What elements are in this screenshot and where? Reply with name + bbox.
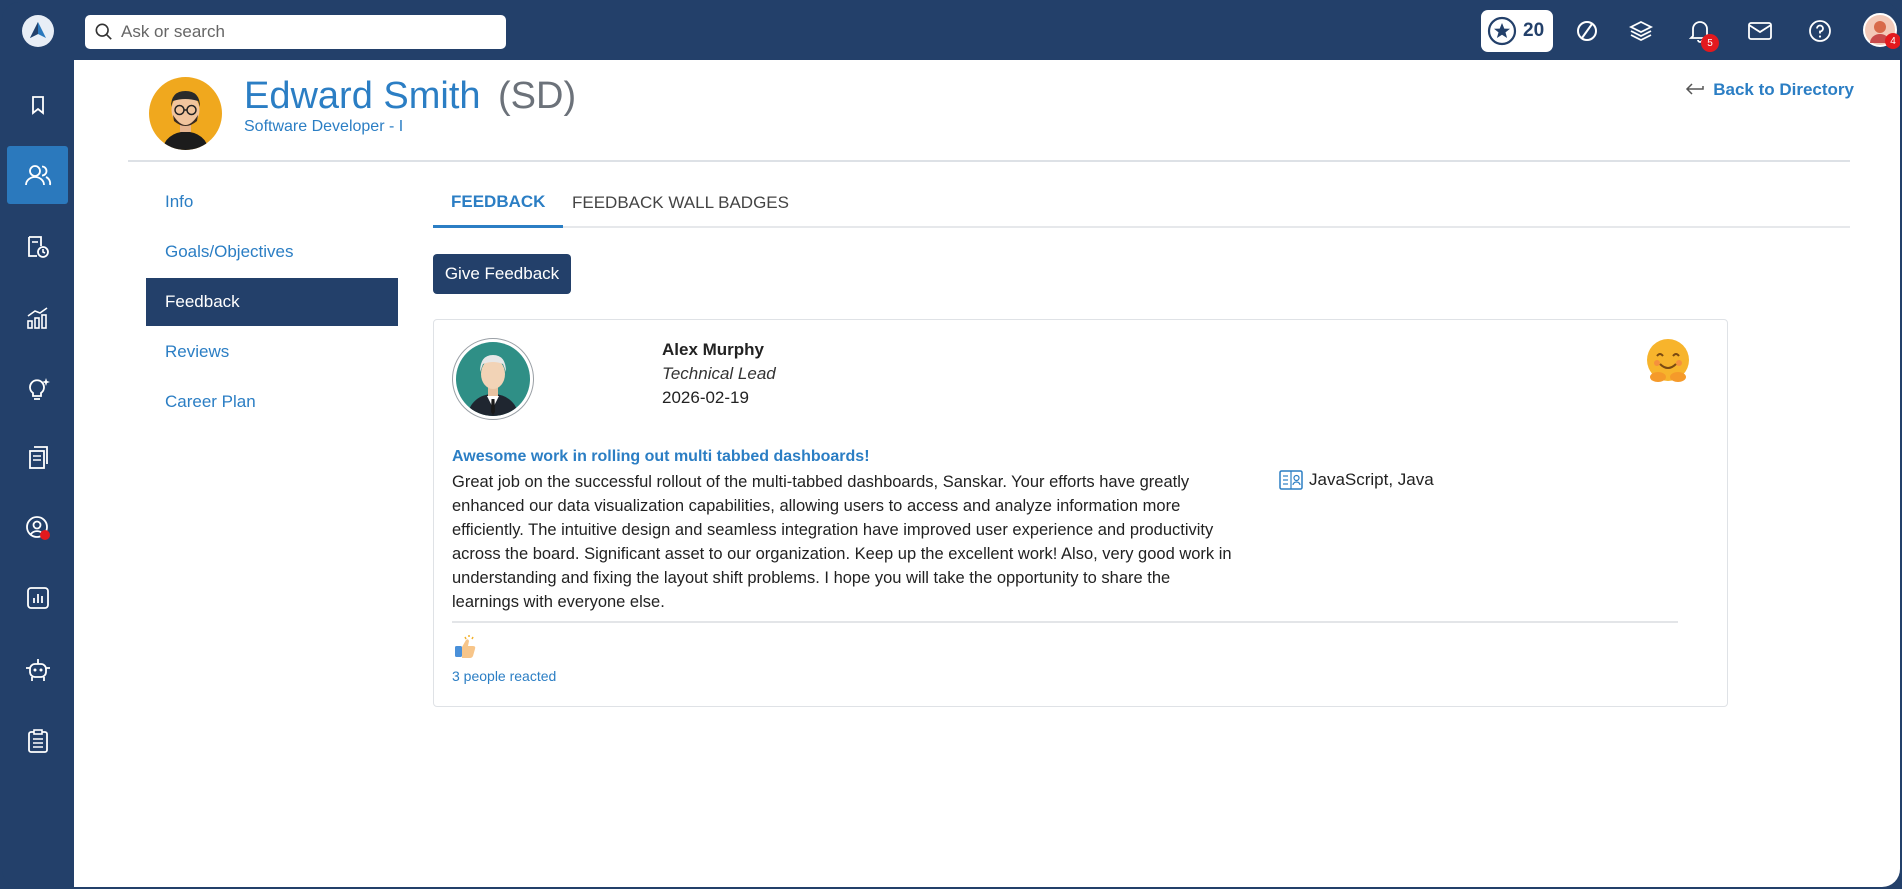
- skills-card-icon: [1279, 470, 1303, 490]
- analytics-icon: [26, 587, 49, 609]
- subnav-item-reviews[interactable]: Reviews: [146, 328, 398, 376]
- clap-reaction-icon[interactable]: [452, 634, 478, 660]
- user-avatar[interactable]: 4: [1863, 13, 1900, 49]
- back-to-directory-link[interactable]: Back to Directory: [1685, 80, 1854, 100]
- sidebar: [2, 60, 74, 887]
- profile-name: Edward Smith: [244, 75, 481, 117]
- top-bar: 20 5 4: [2, 2, 1900, 60]
- sidebar-item-clipboard[interactable]: [7, 712, 68, 770]
- app-frame: 20 5 4: [2, 2, 1900, 887]
- back-arrow-icon: [1686, 83, 1704, 95]
- layers-icon[interactable]: [1627, 17, 1655, 45]
- header-divider: [128, 160, 1850, 162]
- bookmark-icon: [31, 96, 44, 115]
- subnav-item-feedback[interactable]: Feedback: [146, 278, 398, 326]
- subnav-item-career-plan[interactable]: Career Plan: [146, 378, 398, 426]
- payroll-icon: [27, 236, 49, 258]
- giver-title: Technical Lead: [662, 364, 776, 383]
- people-icon: [24, 165, 51, 186]
- sidebar-item-analytics[interactable]: [7, 569, 68, 627]
- feedback-card: Alex Murphy Technical Lead 2026-02-19 Aw…: [433, 319, 1728, 707]
- sidebar-item-bookmarks[interactable]: [7, 76, 68, 134]
- sidebar-item-bot[interactable]: [7, 640, 68, 698]
- tab-feedback-wall-badges[interactable]: FEEDBACK WALL BADGES: [554, 178, 807, 228]
- profile-subnav: Info Goals/Objectives Feedback Reviews C…: [146, 178, 398, 428]
- search-bar[interactable]: [85, 15, 506, 49]
- growth-chart-icon: [26, 307, 47, 329]
- sidebar-item-documents[interactable]: [7, 429, 68, 487]
- notification-badge: 5: [1701, 34, 1719, 52]
- star-icon: [1487, 16, 1517, 46]
- profile-badge: 4: [1885, 33, 1900, 49]
- skills-text: JavaScript, Java: [1309, 470, 1434, 489]
- search-icon: [95, 23, 112, 40]
- profile-role: Software Developer - I: [244, 118, 404, 135]
- reactions-count-link[interactable]: 3 people reacted: [452, 668, 556, 684]
- bot-icon: [25, 659, 50, 681]
- feedback-tabs: FEEDBACK FEEDBACK WALL BADGES: [433, 178, 1850, 228]
- subnav-item-goals[interactable]: Goals/Objectives: [146, 228, 398, 276]
- feedback-date: 2026-02-19: [662, 388, 749, 407]
- feedback-skills: JavaScript, Java: [1279, 470, 1434, 490]
- app-logo-icon[interactable]: [22, 15, 54, 47]
- giver-name: Alex Murphy: [662, 340, 765, 359]
- give-feedback-button[interactable]: Give Feedback: [433, 254, 571, 294]
- help-icon[interactable]: [1806, 17, 1834, 45]
- sidebar-item-ideas[interactable]: [7, 359, 68, 417]
- sidebar-item-people[interactable]: [7, 146, 68, 204]
- mail-icon[interactable]: [1746, 17, 1774, 45]
- idea-icon: [28, 378, 50, 400]
- sidebar-item-growth[interactable]: [7, 289, 68, 347]
- feedback-body: Great job on the successful rollout of t…: [452, 473, 1232, 611]
- points-widget[interactable]: 20: [1481, 10, 1553, 52]
- clipboard-icon: [27, 729, 48, 753]
- profile-avatar: [149, 77, 222, 150]
- profile-initials: (SD): [498, 75, 577, 117]
- card-divider: [452, 621, 1678, 623]
- subnav-item-info[interactable]: Info: [146, 178, 398, 226]
- feedback-title: Awesome work in rolling out multi tabbed…: [452, 448, 870, 465]
- giver-avatar: [452, 338, 534, 420]
- search-input[interactable]: [121, 22, 506, 42]
- sidebar-item-payroll[interactable]: [7, 218, 68, 276]
- bell-icon[interactable]: 5: [1686, 17, 1719, 52]
- profile-circle-icon: [25, 516, 50, 540]
- points-count: 20: [1523, 20, 1545, 41]
- hugging-face-emoji-icon: [1643, 336, 1693, 386]
- tab-feedback[interactable]: FEEDBACK: [433, 178, 564, 228]
- sidebar-item-profile[interactable]: [7, 499, 68, 557]
- documents-icon: [28, 446, 48, 469]
- main-content: Edward Smith (SD) Software Developer - I…: [74, 60, 1900, 887]
- back-to-directory-label: Back to Directory: [1713, 80, 1854, 99]
- compass-icon[interactable]: [1573, 17, 1601, 45]
